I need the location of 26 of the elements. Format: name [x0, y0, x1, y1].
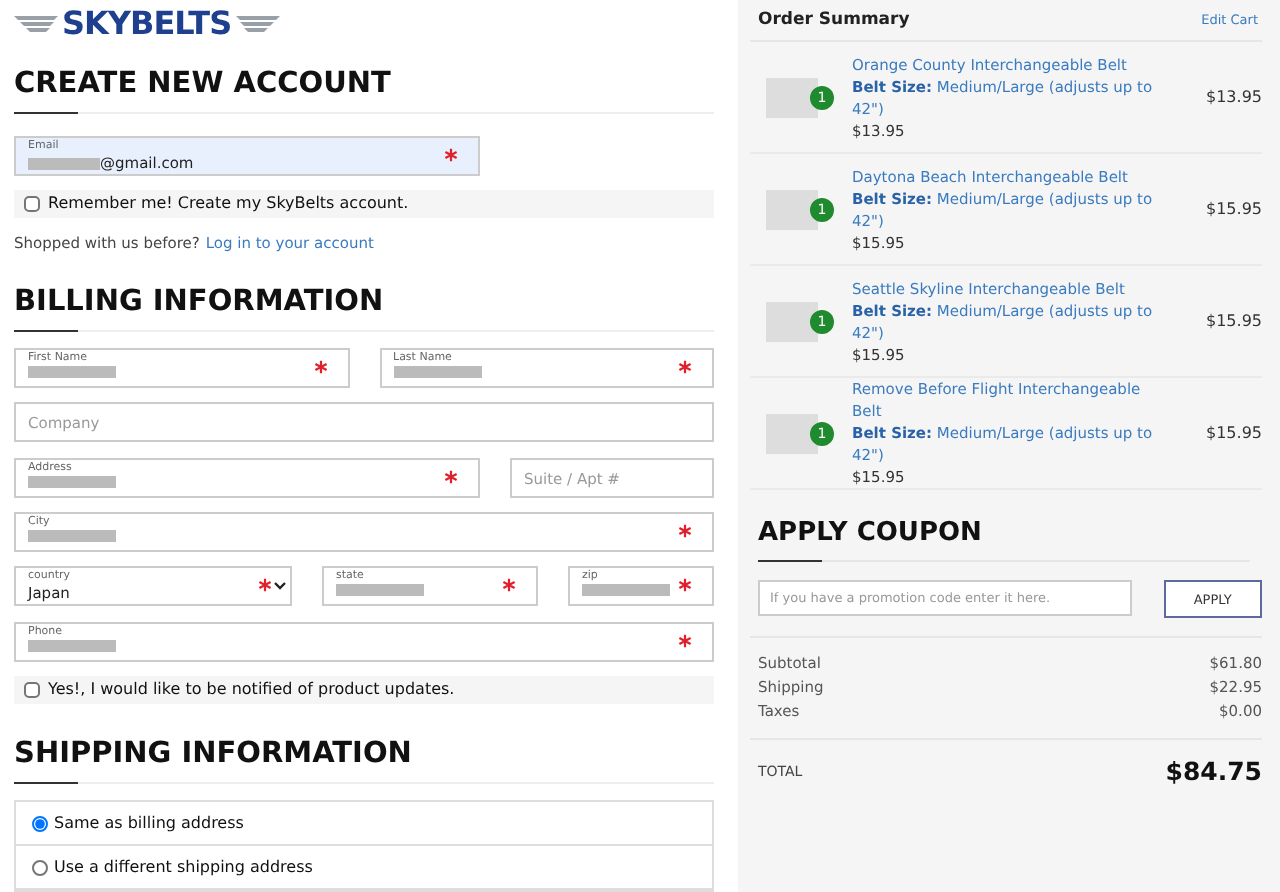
item-price: $13.95: [1206, 88, 1262, 106]
grand-total-value: $84.75: [1165, 756, 1262, 786]
item-price: $15.95: [1206, 200, 1262, 218]
section-heading: SHIPPING INFORMATION: [14, 738, 714, 784]
logo[interactable]: SKYBELTS: [62, 4, 232, 43]
radio-button[interactable]: [32, 859, 48, 875]
photo-placeholder: [766, 189, 818, 229]
photo-placeholder: [766, 301, 818, 341]
photo-placeholder: [766, 413, 818, 453]
checkbox[interactable]: [24, 195, 40, 212]
wing-icon: [14, 13, 58, 34]
section-heading: APPLY COUPON: [758, 518, 1250, 562]
checkbox-label: Remember me! Create my SkyBelts account.: [48, 194, 409, 213]
wing-icon: [235, 13, 280, 34]
photo-placeholder: [766, 77, 818, 117]
radio-button[interactable]: [32, 815, 48, 831]
radio-label: Same as billing address: [54, 814, 244, 832]
item-price: $15.95: [1206, 424, 1262, 442]
checkbox[interactable]: [24, 681, 40, 698]
item-price: $15.95: [1206, 312, 1262, 330]
section-heading: BILLING INFORMATION: [14, 285, 714, 332]
summary-title: Order Summary: [758, 10, 910, 30]
section-heading: CREATE NEW ACCOUNT: [14, 67, 714, 114]
checkbox-label: Yes!, I would like to be notified of product updates.: [48, 680, 455, 699]
chevron-icon: [274, 581, 286, 590]
radio-label: Use a different shipping address: [54, 858, 313, 876]
